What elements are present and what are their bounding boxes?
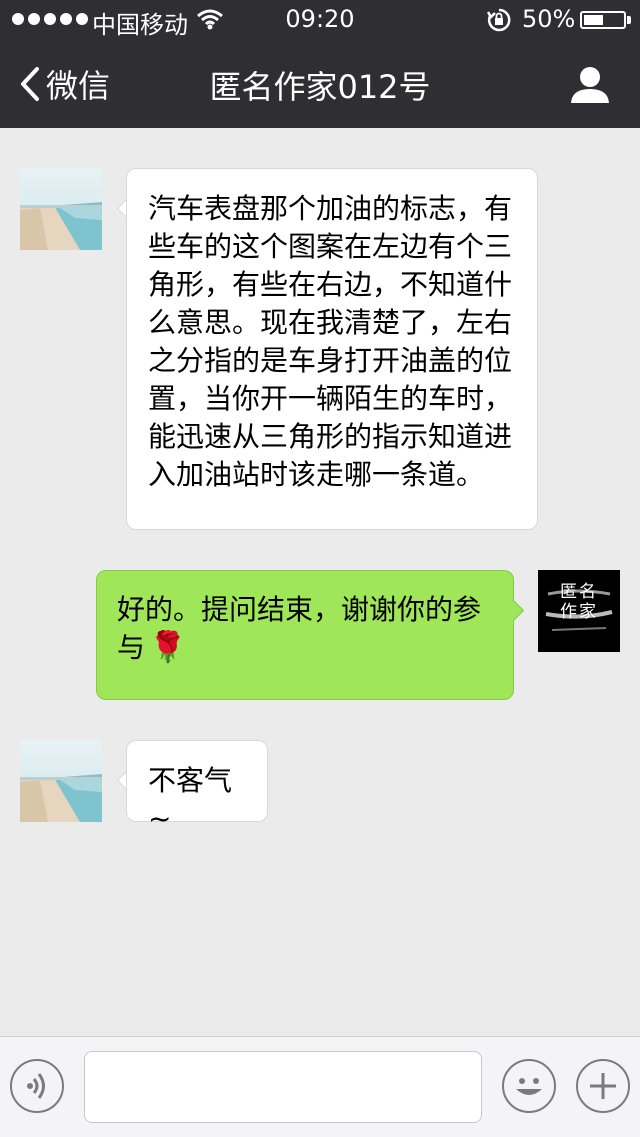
smiley-icon xyxy=(516,1078,542,1095)
emoji-button[interactable] xyxy=(502,1059,556,1113)
person-icon[interactable] xyxy=(566,64,614,104)
message-text: 不客气~ xyxy=(148,764,233,835)
battery-nub xyxy=(627,16,631,24)
contact-avatar[interactable] xyxy=(20,168,102,250)
nav-bar: 微信 匿名作家012号 xyxy=(0,40,640,128)
message-text: 汽车表盘那个加油的标志，有些车的这个图案在左边有个三角形，有些在右边，不知道什么… xyxy=(148,192,513,491)
contact-avatar[interactable] xyxy=(20,740,102,822)
my-avatar[interactable]: 匿名 作家 xyxy=(538,570,620,652)
voice-button[interactable] xyxy=(10,1059,64,1113)
input-bar xyxy=(0,1036,640,1137)
my-message-bubble[interactable]: 好的。提问结束，谢谢你的参与 🌹 xyxy=(96,570,514,700)
message-input[interactable] xyxy=(84,1051,482,1123)
rotation-lock-icon xyxy=(486,8,511,32)
more-button[interactable] xyxy=(576,1059,630,1113)
message-bubble[interactable]: 不客气~ xyxy=(126,740,268,835)
plus-icon xyxy=(590,1073,616,1099)
voice-icon xyxy=(27,1073,45,1099)
battery-percent: 50% xyxy=(522,5,576,33)
rose-emoji: 🌹 xyxy=(149,630,187,665)
chat-title: 匿名作家012号 xyxy=(209,68,431,106)
message-bubble[interactable]: 汽车表盘那个加油的标志，有些车的这个图案在左边有个三角形，有些在右边，不知道什么… xyxy=(126,168,538,530)
avatar-stamp-text: 匿名 作家 xyxy=(560,582,598,622)
status-bar: 中国移动 09:20 50% xyxy=(0,0,640,40)
battery-icon xyxy=(580,11,626,29)
battery-level xyxy=(584,15,603,25)
